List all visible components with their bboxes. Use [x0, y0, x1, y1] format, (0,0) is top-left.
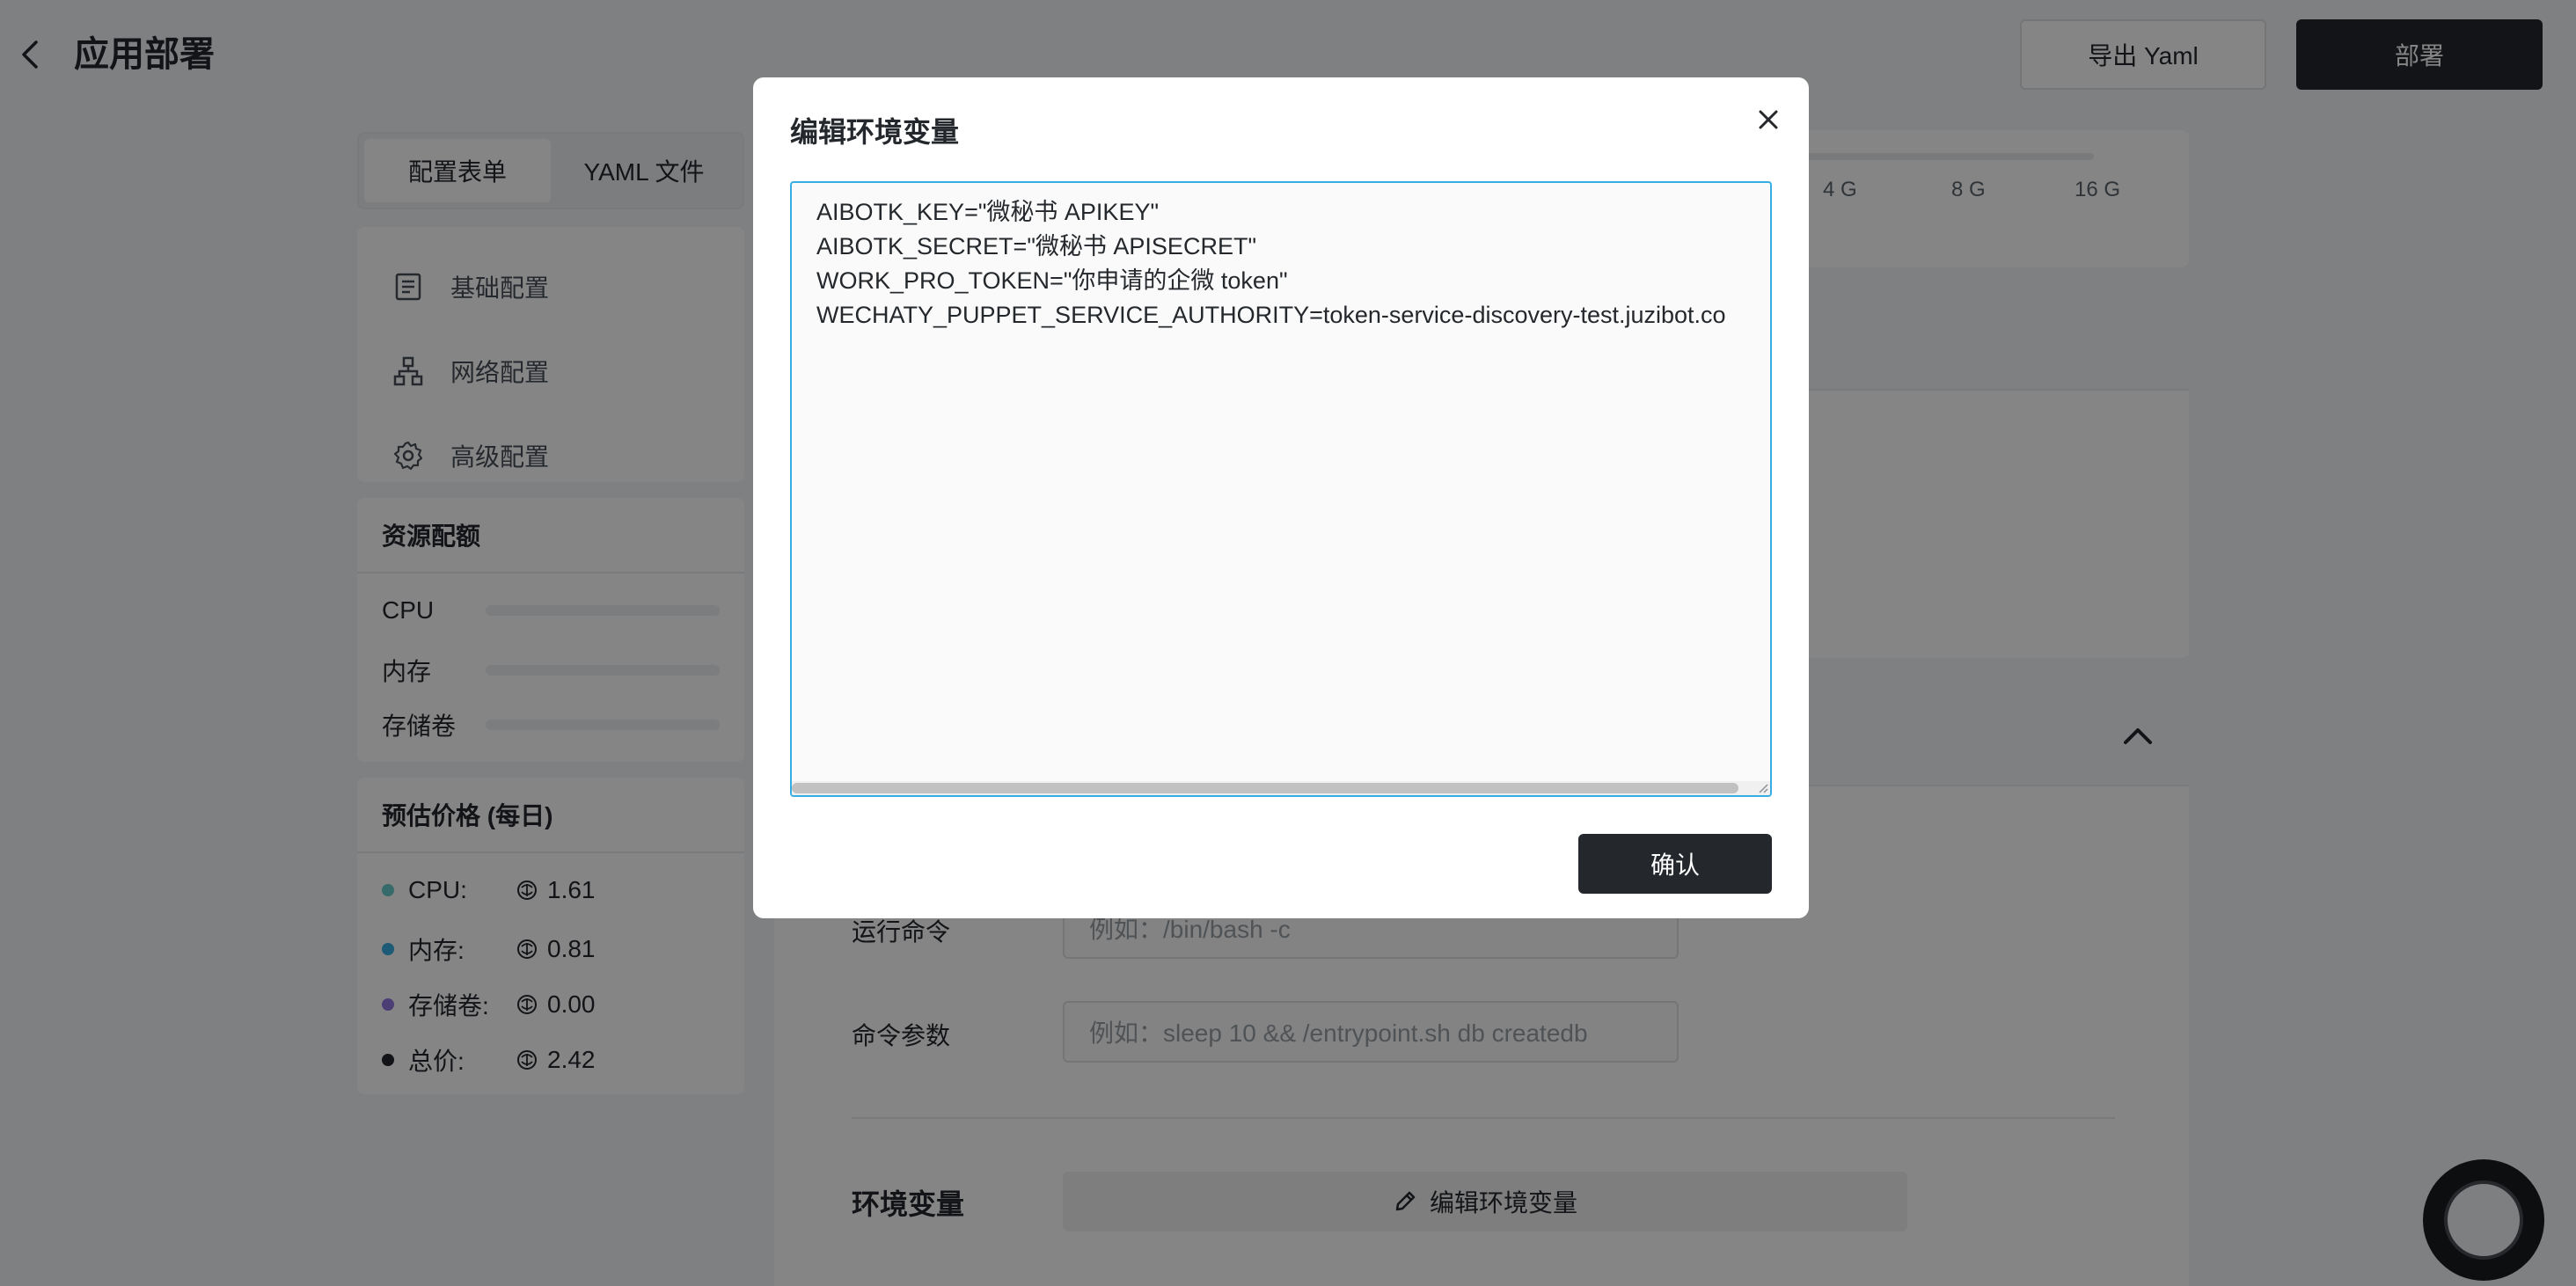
- close-icon: [1759, 110, 1778, 129]
- env-textarea[interactable]: AIBOTK_KEY="微秘书 APIKEY" AIBOTK_SECRET="微秘…: [790, 181, 1772, 797]
- env-line: AIBOTK_SECRET="微秘书 APISECRET": [816, 233, 1257, 259]
- scrollbar-thumb[interactable]: [792, 783, 1738, 793]
- close-button[interactable]: [1745, 97, 1791, 142]
- env-text-content: AIBOTK_KEY="微秘书 APIKEY" AIBOTK_SECRET="微秘…: [816, 195, 1770, 332]
- resize-grip-icon[interactable]: [1756, 781, 1768, 793]
- modal-title: 编辑环境变量: [790, 116, 960, 148]
- confirm-button[interactable]: 确认: [1578, 834, 1772, 894]
- edit-env-modal: 编辑环境变量 AIBOTK_KEY="微秘书 APIKEY" AIBOTK_SEC…: [753, 77, 1809, 918]
- env-line: WORK_PRO_TOKEN="你申请的企微 token": [816, 267, 1288, 294]
- env-line: AIBOTK_KEY="微秘书 APIKEY": [816, 199, 1160, 225]
- horizontal-scrollbar[interactable]: [792, 781, 1770, 795]
- env-line: WECHATY_PUPPET_SERVICE_AUTHORITY=token-s…: [816, 302, 1726, 328]
